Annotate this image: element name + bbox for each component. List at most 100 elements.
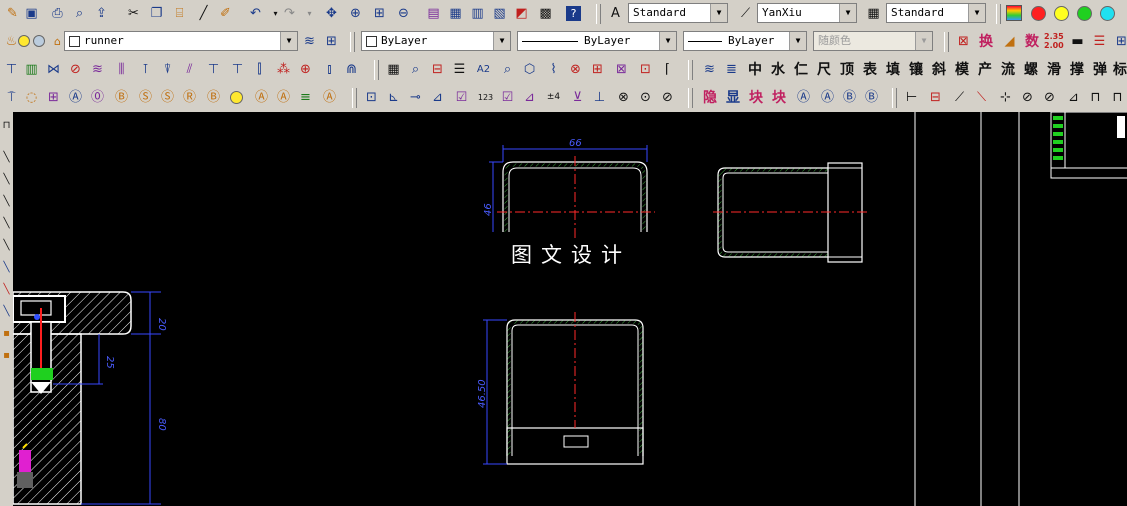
color-yellow-swatch[interactable] [1054,6,1069,21]
redo-icon[interactable]: ↷ [280,4,299,23]
copy-icon[interactable]: ❐ [147,4,166,23]
layer-tool-icon[interactable]: ⊠ [954,32,973,51]
lineweight-combo[interactable]: ByLayer ▼ [683,31,807,51]
color-cyan-swatch[interactable] [1100,6,1115,21]
layers-icon[interactable]: ≣ [722,60,741,79]
check-icon[interactable]: ☑ [452,88,471,107]
text-b-icon[interactable]: Ⓑ [112,88,131,107]
layer-previous-icon[interactable]: ⊞ [322,32,341,51]
tool-tian[interactable]: 填 [883,60,903,80]
dimension-icon[interactable]: ⊟ [428,60,447,79]
marker-icon[interactable]: ⍑ [2,88,21,107]
pin-tool-icon[interactable]: ⊙ [636,88,655,107]
t-punch-icon[interactable]: ⊤ [2,60,21,79]
mold-base-icon[interactable]: ◢ [1000,32,1019,51]
screw-icon[interactable]: ⫼ [112,60,131,79]
zig-icon[interactable]: ⊻ [568,88,587,107]
chevron-down-icon[interactable]: ▼ [968,4,985,22]
t-bolt-icon[interactable]: ⊤ [204,60,223,79]
publish-icon[interactable]: ⇪ [92,4,111,23]
sun-icon[interactable] [230,91,243,104]
text-insert-icon[interactable]: ⊡ [362,88,381,107]
color-green-swatch[interactable] [1077,6,1092,21]
markup-icon[interactable]: ◩ [512,4,531,23]
rotate-icon[interactable]: ⊗ [614,88,633,107]
leader-icon[interactable]: ⊸ [406,88,425,107]
dim-style-icon[interactable]: ⟋ [736,4,755,23]
tool-liu[interactable]: 流 [998,60,1018,80]
target-icon[interactable]: ⊕ [296,60,315,79]
multi-check-icon[interactable]: ☑ [498,88,517,107]
ejector-icon[interactable]: ▥ [22,60,41,79]
layer-manager-icon[interactable]: ⊞ [1112,32,1127,51]
redo-dropdown-icon[interactable]: ▾ [300,4,319,23]
chevron-down-icon[interactable]: ▼ [280,32,297,50]
text-style-combo[interactable]: Standard ▼ [628,3,728,23]
hatch-tool-icon[interactable]: ⫽ [180,60,199,79]
toolbar-grip[interactable] [892,88,897,108]
chevron-down-icon[interactable]: ▼ [789,32,806,50]
tool-luo[interactable]: 螺 [1021,60,1041,80]
freeze-icon[interactable] [33,35,45,47]
chart-icon[interactable]: ⊠ [612,60,631,79]
text-ar-icon[interactable]: Ⓡ [180,88,199,107]
lineweight-tool-icon[interactable]: ▬ [1068,32,1087,51]
compass-icon[interactable]: ⊗ [566,60,585,79]
stamp-icon[interactable]: ⊥ [590,88,609,107]
layer-combo[interactable]: runner ▼ [64,31,298,51]
tool-shui[interactable]: 水 [768,60,788,80]
text-edit-icon[interactable]: ⊞ [44,88,63,107]
text-aq-icon[interactable]: Ⓐ [794,88,813,107]
toolbar-grip[interactable] [996,4,1001,24]
toolbar-grip[interactable] [352,88,357,108]
text-style-icon[interactable]: A [606,4,625,23]
match-properties-icon[interactable]: ╱ [194,4,213,23]
arch-icon[interactable]: ⋒ [342,60,361,79]
slant-dim-icon[interactable]: ⟋ [950,88,969,107]
sun-icon[interactable] [18,35,30,47]
grid-icon[interactable]: ⊞ [588,60,607,79]
color-combo[interactable]: ByLayer ▼ [361,31,511,51]
pan-icon[interactable]: ✥ [322,4,341,23]
table-style-combo[interactable]: Standard ▼ [886,3,986,23]
new-file-icon[interactable]: ✎ [3,4,22,23]
ordinate-dim-icon[interactable]: ⊾ [384,88,403,107]
properties-icon[interactable]: ▤ [424,4,443,23]
undo-icon[interactable]: ↶ [246,4,265,23]
tool-mo[interactable]: 模 [952,60,972,80]
sheet-set-icon[interactable]: ▧ [490,4,509,23]
zoom-object-icon[interactable]: ⌕ [498,60,517,79]
text-ao-icon[interactable]: Ⓐ [274,88,293,107]
layer-stack-icon[interactable]: ≡ [296,88,315,107]
tool-cheng[interactable]: 撑 [1067,60,1087,80]
tool-block1[interactable]: 块 [746,88,766,108]
diameter-icon[interactable]: ⊘ [1040,88,1059,107]
list-icon[interactable]: ☰ [450,60,469,79]
text-b3-icon[interactable]: Ⓑ [862,88,881,107]
chevron-down-icon[interactable]: ▼ [839,4,856,22]
aligned-dim-icon[interactable]: ⊟ [926,88,945,107]
tolerance-icon[interactable]: ±4 [544,88,563,107]
cut-icon[interactable]: ✂ [124,4,143,23]
zoom-window-icon[interactable]: ⊞ [370,4,389,23]
find-icon[interactable]: ⌕ [406,60,425,79]
tool-chan[interactable]: 产 [975,60,995,80]
tool-zhong[interactable]: 中 [745,60,765,80]
toolbar-grip[interactable] [688,60,693,80]
bolt-icon[interactable]: ⊺ [136,60,155,79]
radius-icon[interactable]: ⊘ [1018,88,1037,107]
tool-hide[interactable]: 隐 [700,88,720,108]
bulb-icon[interactable]: ◌ [22,88,41,107]
tool-show[interactable]: 显 [723,88,743,108]
block-editor-icon[interactable]: ✐ [216,4,235,23]
continue-dim-icon[interactable]: ⊓ [1086,88,1105,107]
guide-pin-icon[interactable]: ⫿ [250,60,269,79]
zoom-previous-icon[interactable]: ⊖ [394,4,413,23]
chevron-down-icon[interactable]: ▼ [659,32,676,50]
text-aq2-icon[interactable]: Ⓐ [818,88,837,107]
help-icon[interactable]: ? [566,6,581,21]
no-entry-icon[interactable]: ⊘ [66,60,85,79]
table-icon[interactable]: ▦ [384,60,403,79]
color-palette-icon[interactable] [1006,5,1022,21]
cooling-icon[interactable]: ⁂ [274,60,293,79]
